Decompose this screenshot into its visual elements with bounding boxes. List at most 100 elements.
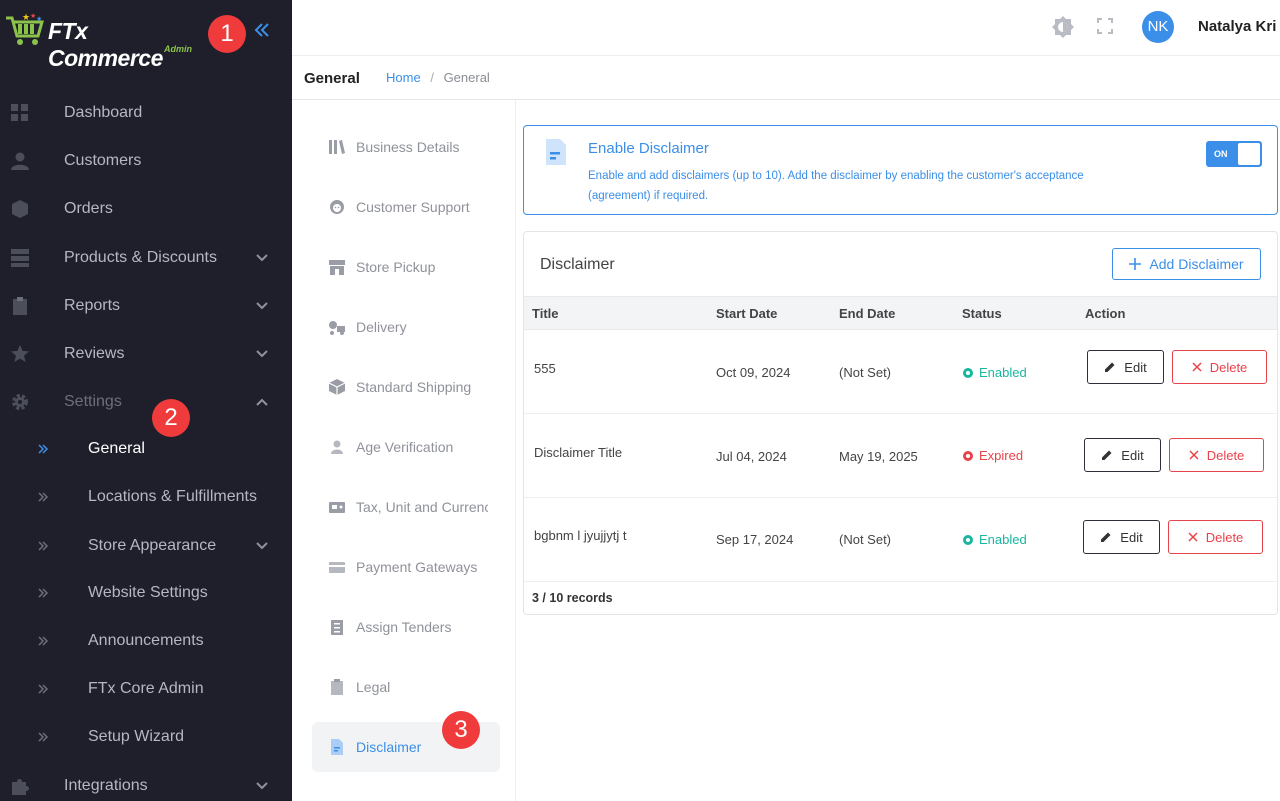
breadcrumb-current: General <box>443 70 490 85</box>
person-badge-icon <box>331 440 343 454</box>
sidebar-item-label: Orders <box>64 200 113 217</box>
table-row: bgbnm l jyujjytj t Sep 17, 2024 (Not Set… <box>524 498 1277 582</box>
sidebar-subitem-label: FTx Core Admin <box>88 680 204 697</box>
sidebar-item-reviews[interactable]: Reviews <box>0 332 292 376</box>
breadcrumb-separator: / <box>430 70 434 85</box>
double-chevron-left-icon <box>254 23 269 37</box>
submenu-delivery[interactable]: Delivery <box>312 302 500 352</box>
status-text: Enabled <box>979 532 1027 547</box>
server-icon <box>11 249 29 267</box>
package-icon <box>328 379 346 395</box>
sidebar-subitem-label: Setup Wizard <box>88 728 185 745</box>
sidebar-subitem-announcements[interactable]: Announcements <box>0 619 292 663</box>
edit-button[interactable]: Edit <box>1084 438 1161 472</box>
banner-title: Enable Disclaimer <box>588 140 709 157</box>
table-row: Disclaimer Title Jul 04, 2024 May 19, 20… <box>524 414 1277 498</box>
submenu-label: Assign Tenders <box>356 619 452 635</box>
toggle-knob <box>1238 143 1260 165</box>
clipboard-icon <box>331 679 343 695</box>
sidebar-subitem-locations[interactable]: Locations & Fulfillments <box>0 475 292 519</box>
brightness-icon[interactable] <box>1051 15 1075 39</box>
row-start-date: Oct 09, 2024 <box>716 365 791 380</box>
logo-subtitle: Admin <box>164 44 192 54</box>
store-icon <box>329 260 345 275</box>
sidebar-item-orders[interactable]: Orders <box>0 187 292 231</box>
step-marker-2: 2 <box>152 399 190 437</box>
collapse-sidebar-button[interactable] <box>252 18 274 42</box>
delete-label: Delete <box>1206 447 1245 463</box>
column-action: Action <box>1085 306 1126 321</box>
sidebar-subitem-label: Website Settings <box>88 584 208 601</box>
sidebar-item-label: Settings <box>64 393 122 410</box>
close-icon <box>1189 450 1199 460</box>
sidebar-subitem-ftx-core-admin[interactable]: FTx Core Admin <box>0 667 292 711</box>
delete-button[interactable]: Delete <box>1169 438 1264 472</box>
edit-button[interactable]: Edit <box>1087 350 1164 384</box>
avatar[interactable]: NK <box>1142 11 1174 43</box>
row-title: bgbnm l jyujjytj t <box>534 528 627 543</box>
clipboard-icon <box>13 297 27 315</box>
submenu-assign-tenders[interactable]: Assign Tenders <box>312 602 500 652</box>
submenu-standard-shipping[interactable]: Standard Shipping <box>312 362 500 412</box>
user-name[interactable]: Natalya Kri <box>1198 18 1276 35</box>
settings-submenu: Business Details Customer Support Store … <box>292 100 516 801</box>
edit-button[interactable]: Edit <box>1083 520 1160 554</box>
submenu-store-pickup[interactable]: Store Pickup <box>312 242 500 292</box>
column-start-date[interactable]: Start Date <box>716 306 777 321</box>
column-end-date[interactable]: End Date <box>839 306 895 321</box>
add-disclaimer-label: Add Disclaimer <box>1149 256 1244 272</box>
chevron-right-double-icon <box>38 684 49 694</box>
sidebar-subitem-website-settings[interactable]: Website Settings <box>0 571 292 615</box>
document-icon <box>331 739 343 755</box>
chevron-up-icon <box>256 398 268 406</box>
document-icon <box>546 139 566 165</box>
svg-text:★: ★ <box>36 15 42 23</box>
delete-label: Delete <box>1205 529 1244 545</box>
submenu-label: Standard Shipping <box>356 379 472 395</box>
breadcrumb-home-link[interactable]: Home <box>386 70 421 85</box>
submenu-customer-support[interactable]: Customer Support <box>312 182 500 232</box>
sidebar-item-customers[interactable]: Customers <box>0 139 292 183</box>
step-marker-1: 1 <box>208 15 246 53</box>
column-status[interactable]: Status <box>962 306 1002 321</box>
add-disclaimer-button[interactable]: Add Disclaimer <box>1112 248 1261 280</box>
sidebar-item-products[interactable]: Products & Discounts <box>0 236 292 280</box>
sidebar-item-dashboard[interactable]: Dashboard <box>0 91 292 135</box>
step-marker-3: 3 <box>442 711 480 749</box>
sidebar-item-integrations[interactable]: Integrations <box>0 764 292 801</box>
delete-button[interactable]: Delete <box>1168 520 1263 554</box>
sidebar-subitem-general[interactable]: General <box>0 427 292 471</box>
sidebar-subitem-setup-wizard[interactable]: Setup Wizard <box>0 715 292 759</box>
submenu-business-details[interactable]: Business Details <box>312 122 500 172</box>
sidebar-item-reports[interactable]: Reports <box>0 284 292 328</box>
logo[interactable]: ★ ★ ★ FTx Commerce Admin <box>4 6 204 71</box>
sidebar-subitem-label: Announcements <box>88 632 204 649</box>
submenu-age-verification[interactable]: Age Verification <box>312 422 500 472</box>
chevron-down-icon <box>256 350 268 358</box>
submenu-tax-unit-currency[interactable]: Tax, Unit and Currency <box>312 482 500 532</box>
sidebar-item-label: Customers <box>64 152 142 169</box>
sidebar-item-label: Integrations <box>64 777 148 794</box>
delete-button[interactable]: Delete <box>1172 350 1267 384</box>
submenu-payment-gateways[interactable]: Payment Gateways <box>312 542 500 592</box>
enable-disclaimer-toggle[interactable]: ON <box>1206 141 1262 167</box>
edit-label: Edit <box>1124 359 1147 375</box>
fullscreen-icon[interactable] <box>1097 18 1113 34</box>
sidebar-subitem-store-appearance[interactable]: Store Appearance <box>0 524 292 568</box>
status-text: Enabled <box>979 365 1027 380</box>
sidebar-subitem-label: Store Appearance <box>88 537 217 554</box>
row-start-date: Sep 17, 2024 <box>716 532 794 547</box>
credit-card-icon <box>329 562 345 573</box>
submenu-label: Payment Gateways <box>356 559 478 575</box>
chevron-right-double-icon <box>38 732 49 742</box>
column-title[interactable]: Title <box>532 306 559 321</box>
toggle-label: ON <box>1214 149 1228 159</box>
pencil-icon <box>1101 532 1111 542</box>
page-title: General <box>304 70 360 87</box>
row-start-date: Jul 04, 2024 <box>716 449 787 464</box>
sidebar-item-settings[interactable]: Settings <box>0 380 292 424</box>
submenu-more[interactable] <box>312 782 500 801</box>
submenu-legal[interactable]: Legal <box>312 662 500 712</box>
topbar: NK Natalya Kri <box>292 0 1280 56</box>
status-dot-icon <box>963 367 973 378</box>
